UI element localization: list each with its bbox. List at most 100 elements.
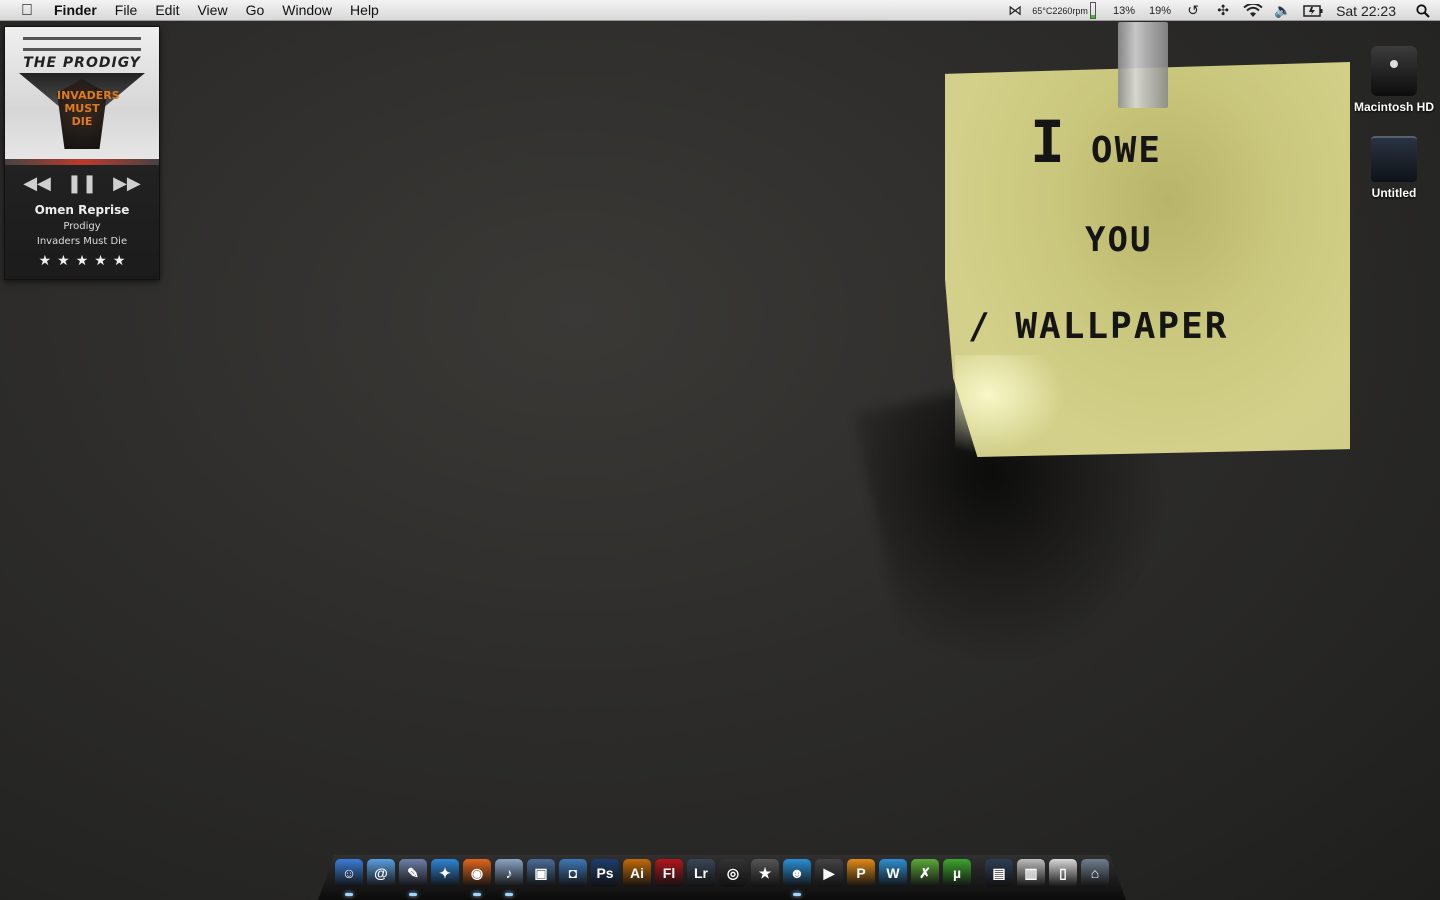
applications-stack-icon: ▯ — [1059, 864, 1067, 881]
dock-item-downloads-stack[interactable]: ▤ — [985, 859, 1013, 887]
menu-go[interactable]: Go — [237, 0, 274, 21]
firefox-icon: ◉ — [470, 864, 484, 881]
album-art[interactable]: THE PRODIGY INVADERS MUST DIE — [5, 27, 159, 165]
dock: ☺ @ ✎ ✦ ◉ ♪ ▣ ◘ Ps Ai Fl Lr ◎ ★ ☻ ▶ P W ✗ µ ▤ ▥ ▯ ⌂ — [318, 855, 1126, 900]
hard-drive-icon — [1371, 46, 1417, 96]
album-art-strip — [5, 159, 159, 165]
image-capture-icon: ◘ — [568, 865, 578, 881]
illustrator-icon: Ai — [630, 865, 644, 881]
trash-icon: ⌂ — [1090, 865, 1100, 881]
battery-icon[interactable] — [1298, 0, 1328, 21]
dock-item-iphoto[interactable]: ▣ — [527, 859, 555, 887]
track-album: Invaders Must Die — [36, 236, 128, 247]
dock-item-utorrent[interactable]: µ — [943, 859, 971, 887]
desktop-icon-label: Macintosh HD — [1353, 100, 1434, 114]
menu-window[interactable]: Window — [273, 0, 341, 21]
note-word-owe: OWE — [1090, 130, 1162, 171]
dock-item-firefox[interactable]: ◉ — [463, 859, 491, 896]
dock-item-trash[interactable]: ⌂ — [1081, 859, 1109, 887]
app-x-icon: ✗ — [919, 864, 931, 881]
itunes-now-playing-widget: THE PRODIGY INVADERS MUST DIE ◀◀ ❚❚ ▶▶ O… — [4, 26, 160, 280]
dock-item-app-x[interactable]: ✗ — [911, 859, 939, 887]
external-drive-icon — [1371, 136, 1417, 182]
imovie-icon: ★ — [758, 864, 772, 881]
smc-fan-monitor[interactable]: 65°C 2260rpm — [1032, 0, 1088, 21]
bluetooth-icon[interactable]: ✣ — [1208, 0, 1238, 21]
butterfly-icon[interactable]: ⋈ — [1000, 0, 1030, 21]
dock-item-itunes[interactable]: ♪ — [495, 859, 523, 896]
note-word-i: I — [1030, 108, 1067, 176]
menu-clock[interactable]: Sat 22:23 — [1328, 0, 1406, 21]
preview-icon: ✎ — [407, 864, 419, 881]
app-p-icon: P — [856, 865, 866, 881]
dock-item-image-capture[interactable]: ◘ — [559, 859, 587, 887]
menu-view[interactable]: View — [188, 0, 236, 21]
sticky-note-line-2: YOU — [1085, 220, 1153, 260]
mail-icon: @ — [374, 865, 388, 881]
dock-item-facetime[interactable]: ▶ — [815, 859, 843, 887]
album-art-logo: THE PRODIGY — [23, 55, 141, 71]
tape-strip — [1118, 22, 1168, 108]
battery-level-meter[interactable] — [1090, 2, 1097, 19]
time-machine-icon[interactable]: ↺ — [1178, 0, 1208, 21]
wifi-icon[interactable] — [1238, 0, 1268, 21]
downloads-stack-icon: ▤ — [992, 864, 1006, 881]
dock-item-aperture[interactable]: ◎ — [719, 859, 747, 887]
dock-item-applications-stack[interactable]: ▯ — [1049, 859, 1077, 887]
menu-file[interactable]: File — [106, 0, 147, 21]
dock-item-app-p[interactable]: P — [847, 859, 875, 887]
dock-item-safari[interactable]: ✦ — [431, 859, 459, 887]
lightroom-icon: Lr — [694, 865, 708, 881]
apple-menu-icon[interactable]:  — [0, 0, 54, 21]
dock-item-documents-stack[interactable]: ▥ — [1017, 859, 1045, 887]
battery-percent[interactable]: 19% — [1142, 0, 1178, 21]
desktop-icon-macintosh-hd[interactable]: Macintosh HD — [1344, 46, 1440, 114]
album-art-bands — [23, 37, 141, 51]
temperature-readout: 65°C — [1032, 5, 1053, 16]
menu-edit[interactable]: Edit — [146, 0, 188, 21]
photoshop-icon: Ps — [596, 865, 614, 881]
dock-item-illustrator[interactable]: Ai — [623, 859, 651, 887]
aperture-icon: ◎ — [726, 864, 740, 881]
dock-item-messenger[interactable]: ☻ — [783, 859, 811, 896]
sticky-note-line-1: I OWE — [1030, 108, 1162, 176]
cpu-percent[interactable]: 13% — [1106, 0, 1142, 21]
rewind-icon[interactable]: ◀◀ — [23, 173, 51, 194]
menu-bar:  Finder File Edit View Go Window Help ⋈… — [0, 0, 1440, 21]
sticky-note-line-3: / WALLPAPER — [968, 306, 1229, 347]
pause-icon[interactable]: ❚❚ — [67, 173, 97, 194]
desktop-icon-label: Untitled — [1371, 186, 1417, 200]
desktop-icon-untitled[interactable]: Untitled — [1344, 136, 1440, 200]
itunes-icon: ♪ — [505, 865, 513, 881]
menu-bar-left:  Finder File Edit View Go Window Help — [0, 0, 388, 21]
dock-item-mail[interactable]: @ — [367, 859, 395, 887]
track-rating-stars[interactable]: ★★★★★ — [5, 253, 159, 269]
fast-forward-icon[interactable]: ▶▶ — [113, 173, 141, 194]
dock-item-photoshop[interactable]: Ps — [591, 859, 619, 887]
finder-icon: ☺ — [341, 865, 357, 881]
documents-stack-icon: ▥ — [1024, 864, 1038, 881]
playback-controls: ◀◀ ❚❚ ▶▶ — [5, 173, 159, 194]
menu-bar-extras: ⋈ 65°C 2260rpm 13% 19% ↺ ✣ 🔈 Sat 22:23 — [1000, 0, 1440, 21]
dock-item-imovie[interactable]: ★ — [751, 859, 779, 887]
volume-icon[interactable]: 🔈 — [1268, 0, 1298, 21]
facetime-icon: ▶ — [823, 864, 835, 881]
spotlight-search-icon[interactable] — [1406, 0, 1440, 21]
messenger-icon: ☻ — [789, 865, 805, 881]
dock-item-preview[interactable]: ✎ — [399, 859, 427, 896]
dock-item-flash[interactable]: Fl — [655, 859, 683, 887]
dock-item-lightroom[interactable]: Lr — [687, 859, 715, 887]
menu-app-finder[interactable]: Finder — [54, 0, 106, 21]
iphoto-icon: ▣ — [534, 864, 548, 881]
safari-icon: ✦ — [439, 864, 451, 881]
battery-level-fill — [1091, 15, 1096, 18]
track-title: Omen Reprise — [34, 203, 130, 217]
fan-speed-readout: 2260rpm — [1052, 5, 1088, 16]
dock-item-finder[interactable]: ☺ — [335, 859, 363, 896]
track-artist: Prodigy — [63, 221, 101, 232]
dock-item-app-w[interactable]: W — [879, 859, 907, 887]
flash-icon: Fl — [662, 865, 676, 881]
utorrent-icon: µ — [952, 865, 962, 881]
menu-help[interactable]: Help — [341, 0, 388, 21]
album-art-title: INVADERS MUST DIE — [57, 89, 120, 128]
